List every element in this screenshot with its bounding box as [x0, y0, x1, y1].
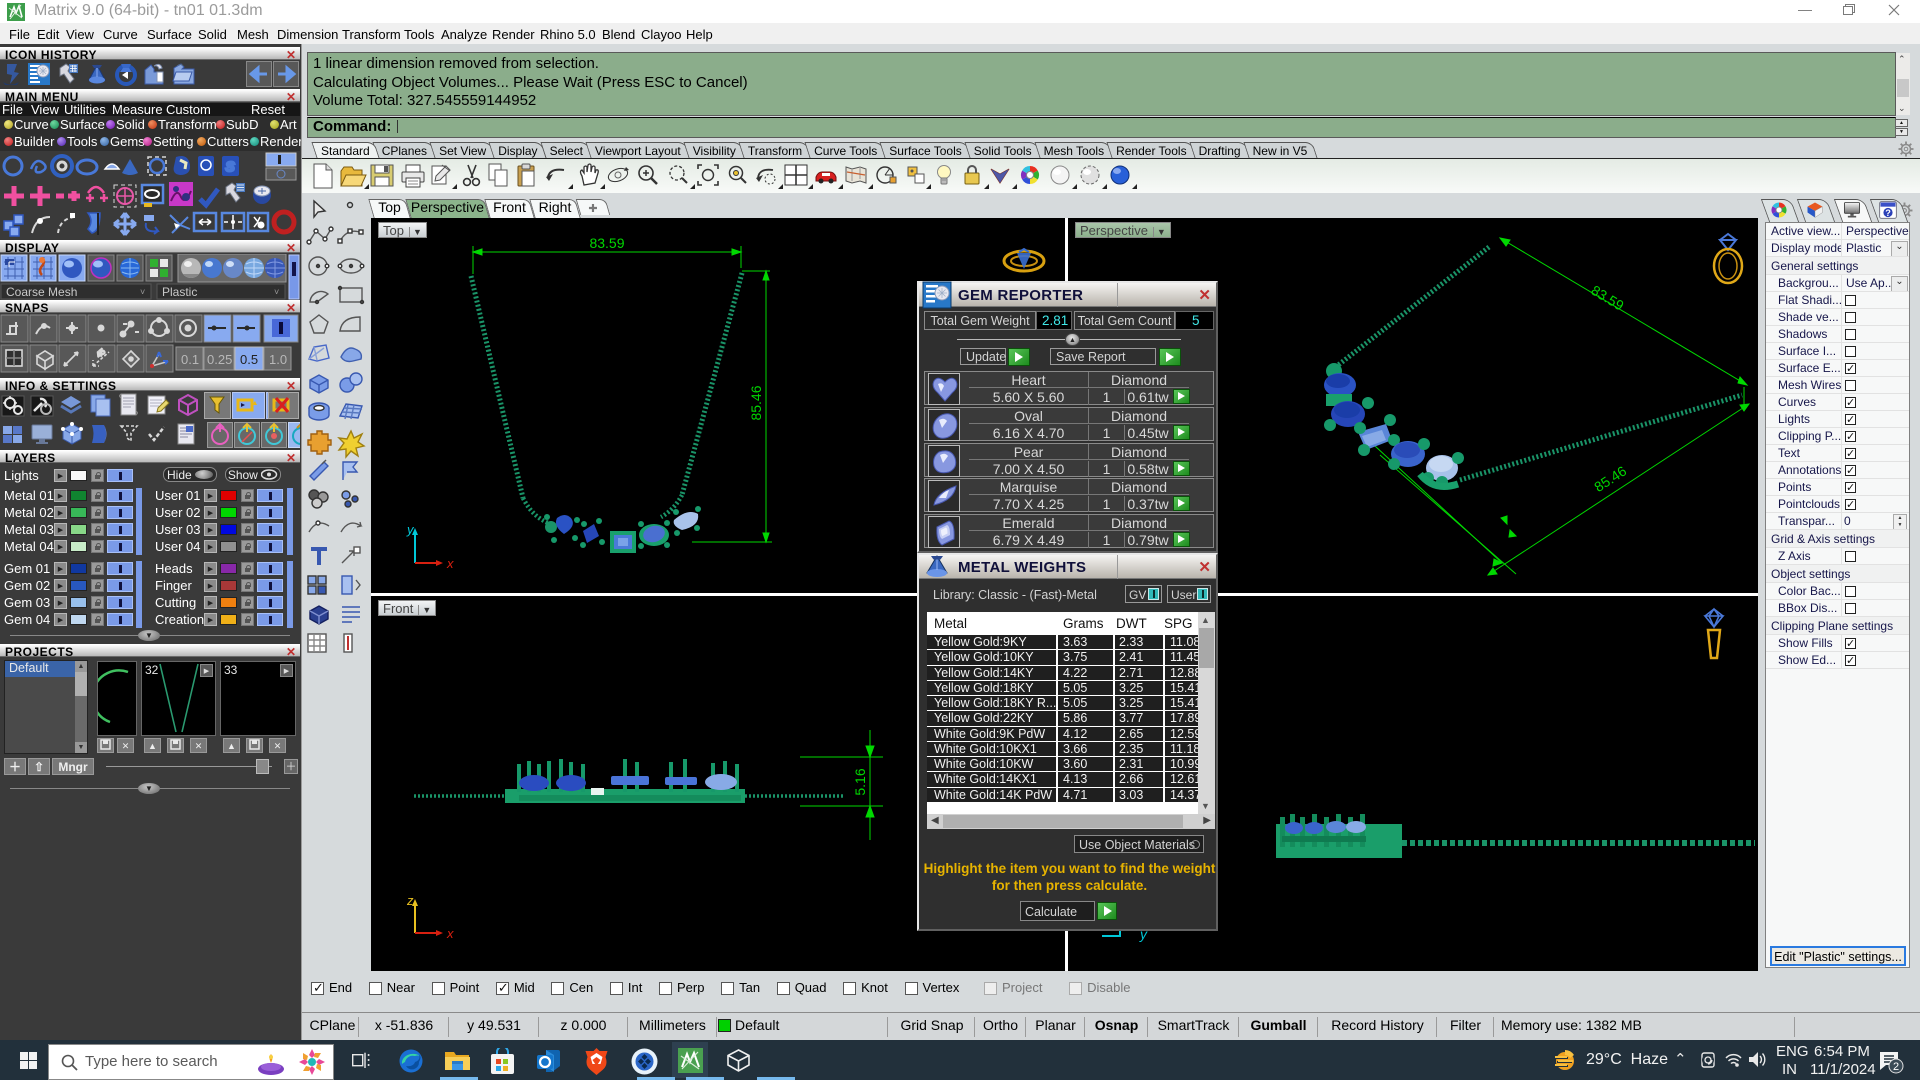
svg-text:85.46: 85.46: [748, 385, 764, 420]
svg-text:2: 2: [1893, 1061, 1899, 1073]
svg-text:83.59: 83.59: [1588, 282, 1626, 314]
svg-text:5.16: 5.16: [852, 768, 868, 795]
svg-text:0.1: 0.1: [181, 352, 199, 367]
svg-text:˅: ˅: [140, 287, 145, 297]
svg-text:S: S: [226, 159, 235, 174]
svg-text:Coarse Mesh: Coarse Mesh: [6, 285, 77, 299]
svg-text:Plastic: Plastic: [162, 285, 197, 299]
svg-text:0.5: 0.5: [240, 352, 258, 367]
svg-text:x: x: [446, 926, 454, 941]
svg-text:x: x: [446, 556, 454, 571]
svg-text:z: z: [406, 893, 414, 908]
svg-text:?: ?: [1886, 208, 1892, 218]
svg-text:85.46: 85.46: [1591, 462, 1629, 495]
svg-text:1.0: 1.0: [269, 352, 287, 367]
svg-text:˅: ˅: [274, 287, 279, 297]
svg-text:83.59: 83.59: [589, 235, 624, 251]
svg-text:0.25: 0.25: [207, 352, 232, 367]
